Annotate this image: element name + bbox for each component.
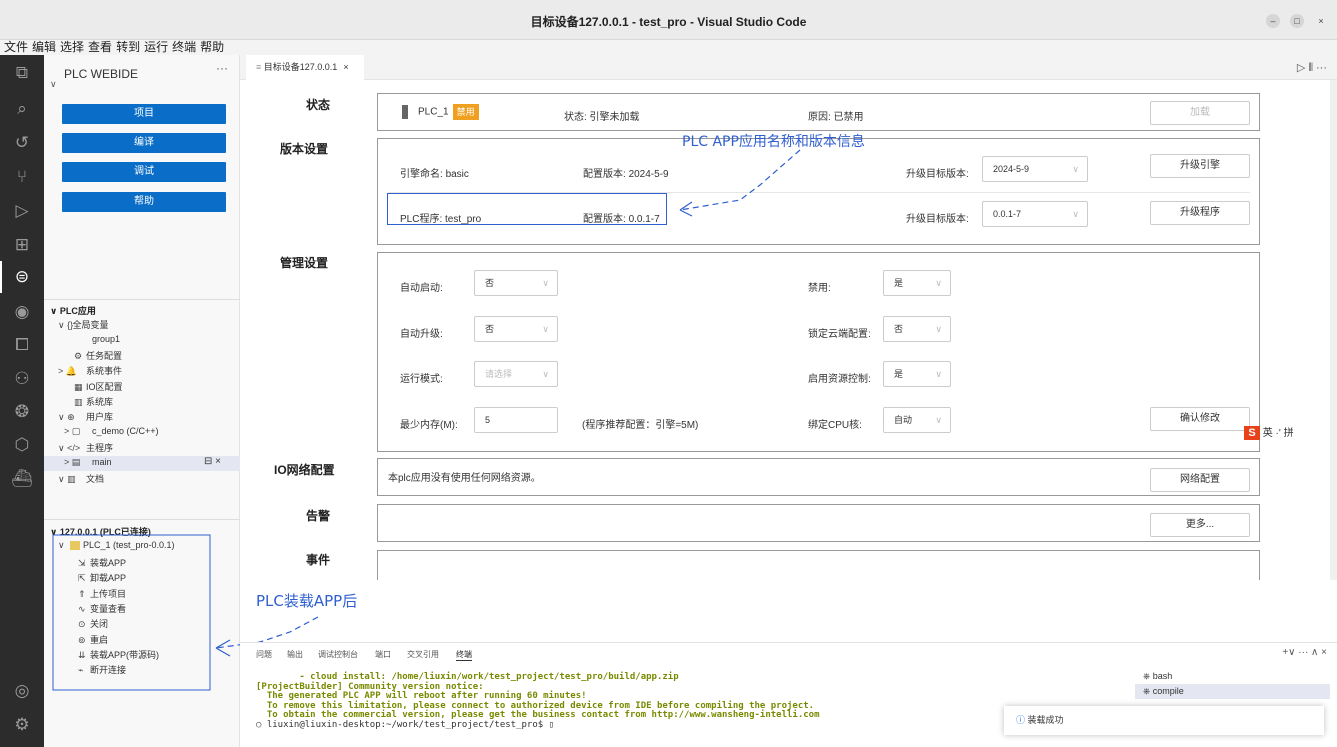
- annotation-arrows: [52, 149, 801, 691]
- terminal-item-bash[interactable]: ⎈ bash: [1135, 669, 1330, 684]
- tab-references[interactable]: 交叉引用: [407, 649, 439, 660]
- terminal-output[interactable]: - cloud install: /home/liuxin/work/test_…: [256, 672, 820, 731]
- panel-controls[interactable]: +∨ ··· ∧ ×: [1282, 647, 1327, 658]
- tab-terminal[interactable]: 终端: [456, 649, 472, 661]
- terminal-icon: ⎈: [1143, 686, 1153, 696]
- annotation-plc-load: PLC装载APP后: [256, 592, 358, 610]
- terminal-item-compile[interactable]: ⎈ compile: [1135, 684, 1330, 699]
- tab-problems[interactable]: 问题: [256, 649, 272, 660]
- notification-toast[interactable]: ⓘ 装载成功: [1004, 706, 1324, 735]
- info-icon: ⓘ: [1016, 715, 1028, 725]
- tab-debug-console[interactable]: 调试控制台: [318, 649, 358, 660]
- tab-ports[interactable]: 端口: [375, 649, 391, 660]
- tab-output[interactable]: 输出: [287, 649, 303, 660]
- terminal-list: ⎈ bash ⎈ compile: [1135, 669, 1330, 699]
- terminal-icon: ⎈: [1143, 671, 1153, 681]
